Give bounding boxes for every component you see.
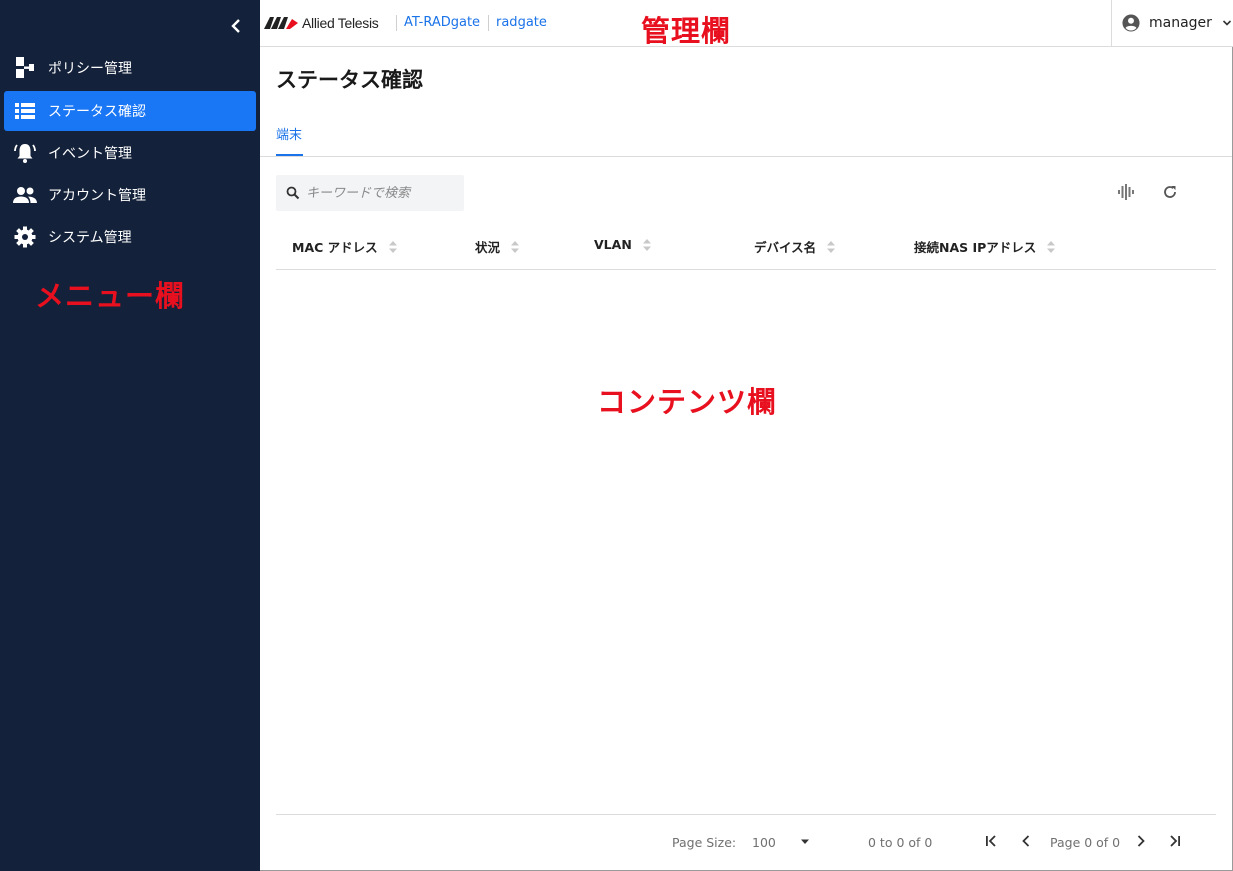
header-separator [396, 15, 397, 31]
page-size-label: Page Size: [672, 835, 737, 850]
policy-tree-icon [13, 56, 37, 80]
sidebar-menu: ポリシー管理 ステータス確認 イベント管理 アカウント管理 システム管理 メニュ… [0, 0, 260, 871]
dropdown-arrow-icon [800, 839, 809, 844]
sort-icon [827, 240, 836, 253]
column-header-mac[interactable]: MAC アドレス [292, 237, 398, 256]
host-link[interactable]: radgate [496, 15, 547, 30]
chevron-left-icon [231, 19, 240, 33]
allied-telesis-logo-icon [264, 17, 298, 29]
page-size-value: 100 [752, 834, 776, 850]
search-field [276, 175, 464, 211]
user-menu-button[interactable]: manager [1111, 0, 1233, 46]
bell-icon [13, 141, 37, 165]
sidebar-item-system[interactable]: システム管理 [4, 217, 256, 257]
refresh-button[interactable] [1161, 183, 1179, 201]
sidebar-item-label: システム管理 [48, 230, 132, 246]
admin-area-annotation: 管理欄 [641, 14, 732, 48]
sidebar-item-label: ステータス確認 [48, 104, 146, 120]
chevron-left-icon [1022, 835, 1030, 847]
sidebar-collapse-button[interactable] [226, 14, 246, 38]
list-icon [13, 99, 37, 123]
people-icon [13, 183, 37, 207]
column-header-label: 状況 [475, 240, 501, 255]
sidebar-item-policy[interactable]: ポリシー管理 [4, 48, 256, 88]
product-link[interactable]: AT-RADgate [404, 15, 480, 30]
column-header-device-name[interactable]: デバイス名 [754, 237, 836, 256]
page-size-select[interactable]: 100 [752, 832, 812, 852]
menu-area-annotation: メニュー欄 [35, 279, 186, 313]
column-header-label: VLAN [594, 237, 632, 252]
account-circle-icon [1122, 14, 1140, 32]
column-header-nas-ip[interactable]: 接続NAS IPアドレス [914, 237, 1056, 256]
page-indicator: Page 0 of 0 [1050, 835, 1121, 850]
last-page-button[interactable] [1167, 832, 1183, 850]
last-page-icon [1170, 835, 1180, 847]
row-range-summary: 0 to 0 of 0 [868, 835, 933, 850]
columns-icon [1118, 184, 1134, 200]
footer-divider [276, 814, 1216, 815]
sort-icon [1047, 240, 1056, 253]
username: manager [1149, 15, 1212, 31]
column-header-status[interactable]: 状況 [475, 237, 520, 256]
next-page-button[interactable] [1133, 832, 1149, 850]
sidebar-item-accounts[interactable]: アカウント管理 [4, 175, 256, 215]
sidebar-item-events[interactable]: イベント管理 [4, 133, 256, 173]
brand-logo: Allied Telesis [264, 13, 379, 33]
tab-devices[interactable]: 端末 [276, 124, 302, 143]
tabs-divider [260, 156, 1232, 157]
search-icon [286, 186, 300, 200]
column-header-label: MAC アドレス [292, 240, 378, 255]
sort-icon [388, 240, 397, 253]
refresh-icon [1164, 186, 1176, 198]
column-header-vlan[interactable]: VLAN [594, 237, 652, 252]
chevron-down-icon [1222, 20, 1232, 26]
table-header: MAC アドレス 状況 VLAN デバイス名 接続NAS IPアドレス [276, 228, 1216, 270]
sidebar-item-label: イベント管理 [48, 146, 132, 162]
header-separator [488, 15, 489, 31]
column-header-label: 接続NAS IPアドレス [914, 240, 1037, 255]
sort-icon [642, 238, 651, 251]
first-page-button[interactable] [983, 832, 999, 850]
columns-toggle-button[interactable] [1117, 183, 1135, 201]
sidebar-item-status[interactable]: ステータス確認 [4, 91, 256, 131]
sort-icon [511, 240, 520, 253]
first-page-icon [986, 835, 996, 847]
sidebar-item-label: ポリシー管理 [48, 61, 132, 77]
column-header-label: デバイス名 [754, 240, 817, 255]
chevron-right-icon [1137, 835, 1145, 847]
previous-page-button[interactable] [1018, 832, 1034, 850]
search-input[interactable] [306, 185, 456, 201]
logo-text: Allied Telesis [302, 15, 379, 31]
admin-header: Allied Telesis AT-RADgate radgate 管理欄 ma… [260, 0, 1233, 48]
sidebar-item-label: アカウント管理 [48, 188, 146, 204]
gear-icon [13, 225, 37, 249]
content-area-annotation: コンテンツ欄 [597, 385, 778, 419]
page-title: ステータス確認 [276, 68, 423, 92]
